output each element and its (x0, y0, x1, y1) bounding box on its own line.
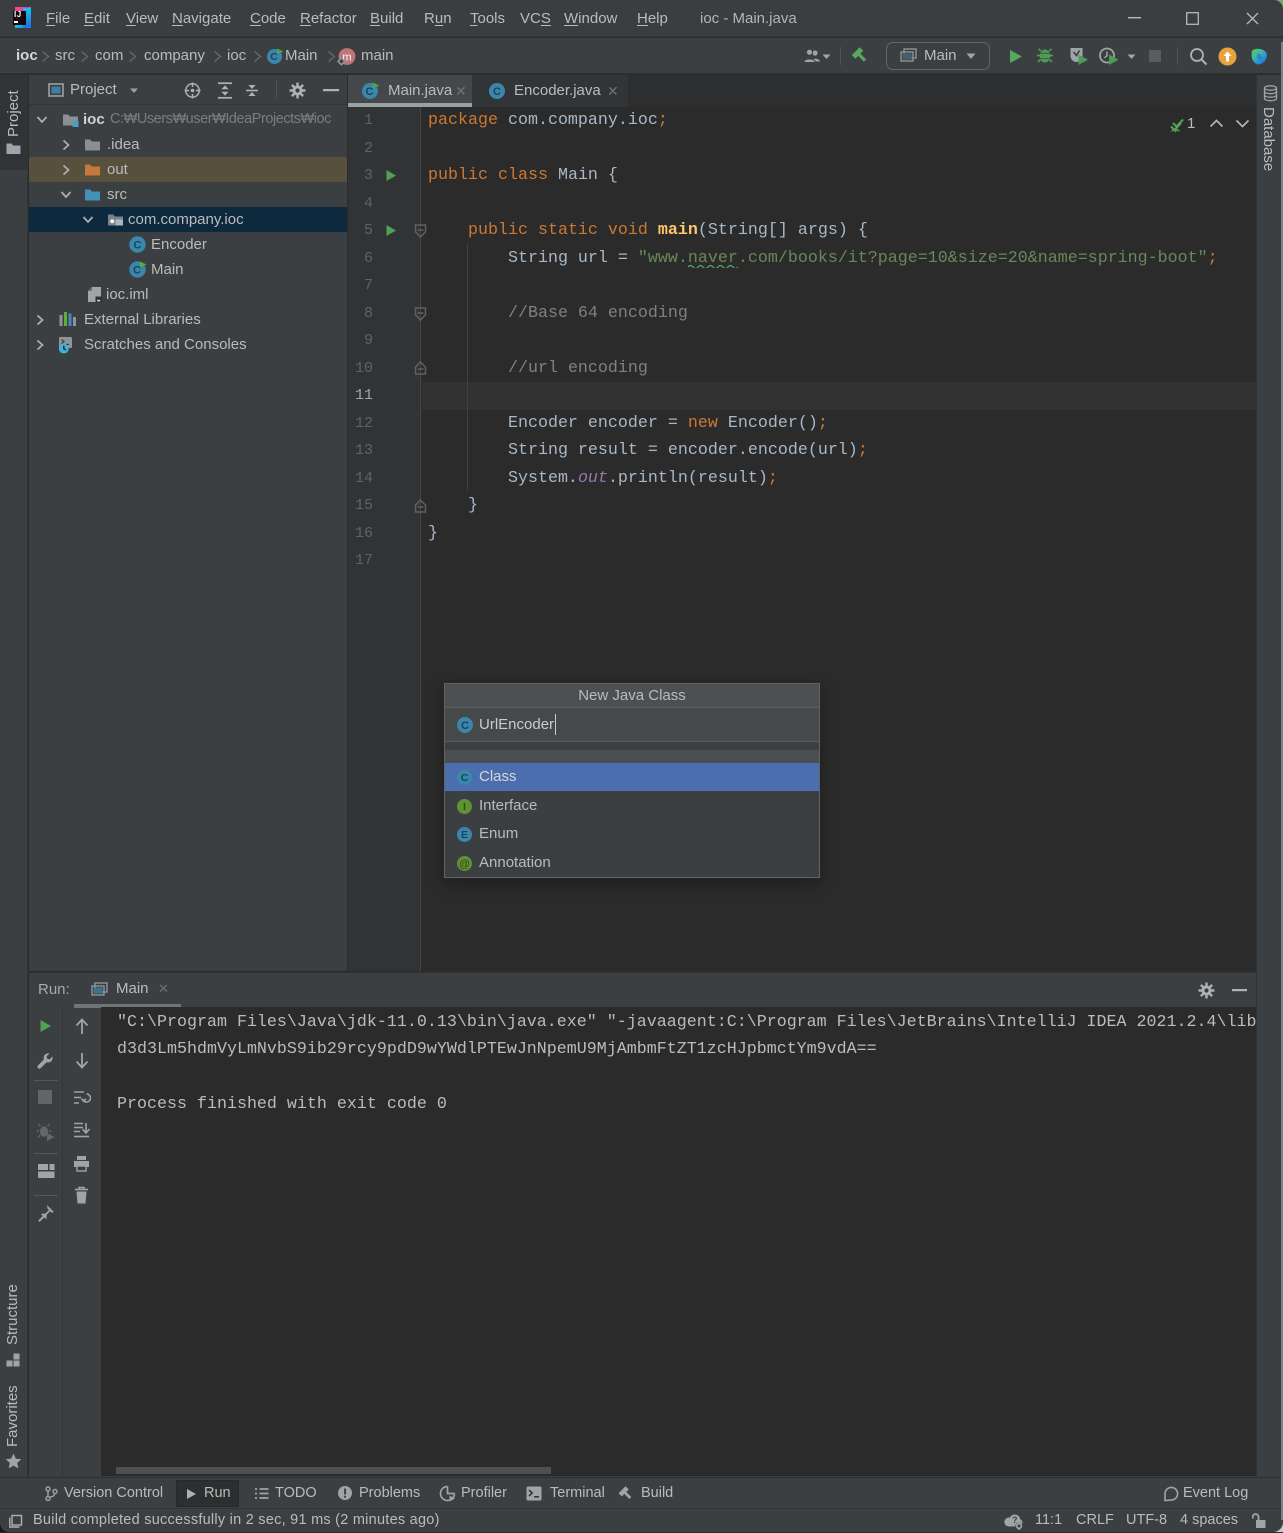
svg-text:I: I (463, 801, 466, 813)
svg-text:C: C (366, 86, 374, 98)
svg-text:C: C (134, 239, 142, 251)
svg-text:C: C (133, 264, 141, 276)
svg-text:E: E (461, 829, 468, 841)
svg-text:C: C (493, 86, 501, 98)
svg-text:C: C (461, 720, 469, 732)
svg-text:C: C (461, 772, 469, 784)
svg-text:@: @ (459, 858, 470, 870)
